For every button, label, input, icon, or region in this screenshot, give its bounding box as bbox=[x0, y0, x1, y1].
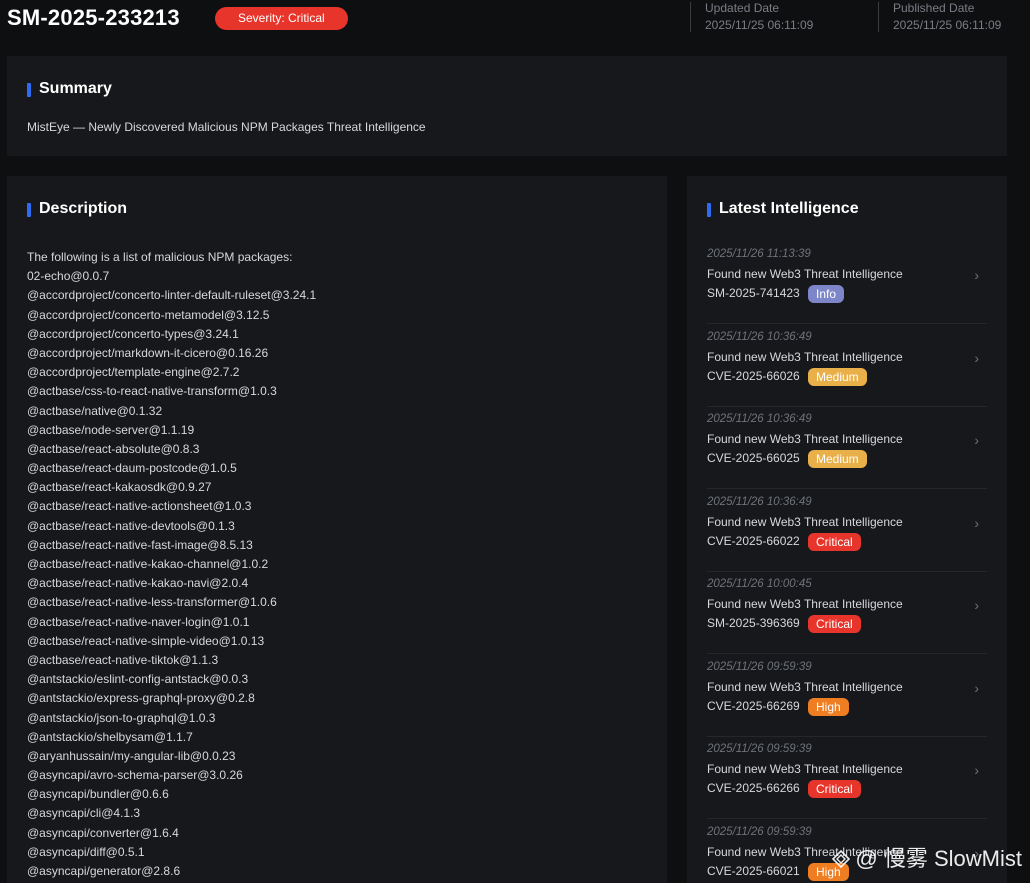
malicious-package-item: @asyncapi/generator@2.8.6 bbox=[27, 864, 181, 878]
malicious-package-item: @antstackio/express-graphql-proxy@0.2.8 bbox=[27, 691, 255, 706]
intel-title: Found new Web3 Threat Intelligence bbox=[707, 762, 903, 776]
intel-severity-badge: Info bbox=[808, 285, 845, 303]
malicious-package-item: @antstackio/shelbysam@1.1.7 bbox=[27, 729, 193, 744]
updated-date-label: Updated Date bbox=[705, 1, 780, 15]
intel-list-item[interactable]: 2025/11/26 10:00:45 Found new Web3 Threat… bbox=[707, 571, 987, 654]
intel-id: SM-2025-741423 bbox=[707, 286, 800, 300]
intel-id: CVE-2025-66026 bbox=[707, 368, 800, 383]
intel-time: 2025/11/26 10:00:45 bbox=[707, 578, 812, 590]
updated-date-value: 2025/11/25 06:11:09 bbox=[705, 18, 814, 32]
malicious-package-item: @actbase/react-kakaosdk@0.9.27 bbox=[27, 480, 212, 495]
chevron-right-icon[interactable]: › bbox=[974, 680, 979, 696]
malicious-package-item: 02-echo@0.0.7 bbox=[27, 269, 110, 284]
published-date-label: Published Date bbox=[893, 1, 975, 15]
description-card: Description The following is a list of m… bbox=[7, 176, 667, 883]
malicious-package-item: @accordproject/markdown-it-cicero@0.16.2… bbox=[27, 345, 269, 360]
malicious-package-item: @antstackio/eslint-config-antstack@0.0.3 bbox=[27, 672, 249, 687]
malicious-package-item: @antstackio/json-to-graphql@1.0.3 bbox=[27, 710, 216, 725]
malicious-package-item: @accordproject/concerto-metamodel@3.12.5 bbox=[27, 307, 270, 322]
watermark-text: @ 慢雾 SlowMist bbox=[855, 846, 1022, 871]
slowmist-logo-icon bbox=[832, 849, 851, 869]
intel-list-item[interactable]: 2025/11/26 10:36:49 Found new Web3 Threat… bbox=[707, 324, 987, 407]
chevron-right-icon[interactable]: › bbox=[974, 432, 979, 448]
summary-card: Summary MistEye — Newly Discovered Malic… bbox=[7, 56, 1007, 156]
description-list: The following is a list of malicious NPM… bbox=[27, 248, 316, 881]
malicious-package-item: @asyncapi/converter@1.6.4 bbox=[27, 825, 179, 840]
chevron-right-icon[interactable]: › bbox=[974, 350, 979, 366]
malicious-package-item: @accordproject/concerto-types@3.24.1 bbox=[27, 326, 239, 341]
intel-list-item[interactable]: 2025/11/26 10:36:49 Found new Web3 Threat… bbox=[707, 406, 987, 489]
malicious-package-item: @actbase/react-native-naver-login@1.0.1 bbox=[27, 614, 250, 629]
malicious-package-item: @actbase/react-native-kakao-channel@1.0.… bbox=[27, 557, 269, 571]
malicious-package-item: @aryanhussain/my-angular-lib@0.0.23 bbox=[27, 748, 236, 763]
malicious-package-item: @actbase/node-server@1.1.19 bbox=[27, 422, 195, 437]
malicious-package-item: @actbase/react-daum-postcode@1.0.5 bbox=[27, 461, 237, 476]
intel-id: CVE-2025-66266 bbox=[707, 781, 800, 795]
intel-id: CVE-2025-66021 bbox=[707, 863, 800, 878]
intel-time: 2025/11/26 09:59:39 bbox=[707, 660, 812, 673]
intel-title: Found new Web3 Threat Intelligence bbox=[707, 267, 903, 281]
malicious-package-item: @asyncapi/cli@4.1.3 bbox=[27, 806, 141, 821]
latest-intelligence-title: Latest Intelligence bbox=[707, 200, 859, 218]
threat-id: SM-2025-233213 bbox=[7, 5, 180, 30]
malicious-package-item: @actbase/react-native-devtools@0.1.3 bbox=[27, 518, 235, 533]
malicious-package-item: @actbase/react-native-tiktok@1.1.3 bbox=[27, 652, 219, 667]
description-title: Description bbox=[27, 200, 127, 218]
slowmist-watermark: @ 慢雾 SlowMist bbox=[831, 841, 1022, 873]
malicious-package-item: @actbase/react-native-less-transformer@1… bbox=[27, 595, 277, 610]
malicious-package-item: @actbase/css-to-react-native-transform@1… bbox=[27, 384, 277, 399]
intel-severity-badge: Critical bbox=[808, 615, 861, 633]
intel-id: CVE-2025-66269 bbox=[707, 698, 800, 713]
intel-id: SM-2025-396369 bbox=[707, 616, 800, 630]
intel-list-item[interactable]: 2025/11/26 11:13:39 Found new Web3 Threat… bbox=[707, 241, 987, 324]
malicious-package-item: @actbase/react-native-fast-image@8.5.13 bbox=[27, 537, 253, 552]
updated-date-block: Updated Date 2025/11/25 06:11:09 bbox=[690, 2, 813, 32]
intel-time: 2025/11/26 10:36:49 bbox=[707, 413, 812, 425]
intel-title: Found new Web3 Threat Intelligence bbox=[707, 514, 903, 529]
summary-title: Summary bbox=[27, 80, 112, 98]
malicious-package-item: @actbase/react-native-actionsheet@1.0.3 bbox=[27, 499, 252, 514]
intel-time: 2025/11/26 10:36:49 bbox=[707, 495, 812, 508]
intel-time: 2025/11/26 10:36:49 bbox=[707, 330, 812, 343]
severity-badge: Severity: Critical bbox=[215, 7, 348, 30]
intel-severity-badge: Critical bbox=[808, 532, 861, 551]
chevron-right-icon[interactable]: › bbox=[974, 597, 979, 613]
malicious-package-item: @actbase/react-native-kakao-navi@2.0.4 bbox=[27, 576, 249, 591]
published-date-block: Published Date 2025/11/25 06:11:09 bbox=[878, 2, 1001, 32]
malicious-package-item: @actbase/react-absolute@0.8.3 bbox=[27, 441, 200, 456]
intel-list-item[interactable]: 2025/11/26 09:59:39 Found new Web3 Threat… bbox=[707, 654, 987, 737]
threat-detail-page: SM-2025-233213 Severity: Critical Update… bbox=[0, 0, 1030, 883]
malicious-package-item: @asyncapi/bundler@0.6.6 bbox=[27, 787, 169, 802]
published-date-value: 2025/11/25 06:11:09 bbox=[893, 18, 1002, 32]
summary-text: MistEye — Newly Discovered Malicious NPM… bbox=[27, 120, 426, 134]
intel-list-item[interactable]: 2025/11/26 09:59:39 Found new Web3 Threat… bbox=[707, 736, 987, 819]
intel-id: CVE-2025-66022 bbox=[707, 533, 800, 548]
intel-title: Found new Web3 Threat Intelligence bbox=[707, 679, 903, 694]
malicious-package-item: @actbase/react-native-simple-video@1.0.1… bbox=[27, 633, 265, 648]
intel-severity-badge: Medium bbox=[808, 450, 867, 468]
malicious-package-item: @accordproject/concerto-linter-default-r… bbox=[27, 288, 317, 303]
intel-title: Found new Web3 Threat Intelligence bbox=[707, 349, 903, 364]
intel-title: Found new Web3 Threat Intelligence bbox=[707, 432, 903, 446]
header: SM-2025-233213 Severity: Critical Update… bbox=[0, 0, 1030, 40]
chevron-right-icon[interactable]: › bbox=[974, 515, 979, 531]
chevron-right-icon[interactable]: › bbox=[974, 762, 979, 778]
malicious-package-item: @asyncapi/diff@0.5.1 bbox=[27, 844, 145, 859]
intel-id: CVE-2025-66025 bbox=[707, 451, 800, 465]
malicious-package-item: @accordproject/template-engine@2.7.2 bbox=[27, 365, 240, 380]
intel-title: Found new Web3 Threat Intelligence bbox=[707, 597, 903, 611]
latest-intelligence-card: Latest Intelligence 2025/11/26 11:13:39 F… bbox=[687, 176, 1007, 883]
malicious-package-item: @actbase/native@0.1.32 bbox=[27, 403, 163, 418]
intel-time: 2025/11/26 09:59:39 bbox=[707, 825, 812, 838]
intel-list-item[interactable]: 2025/11/26 10:36:49 Found new Web3 Threat… bbox=[707, 489, 987, 572]
intel-severity-badge: High bbox=[808, 697, 849, 716]
intel-time: 2025/11/26 09:59:39 bbox=[707, 743, 812, 755]
intel-time: 2025/11/26 11:13:39 bbox=[707, 248, 811, 260]
intel-severity-badge: Medium bbox=[808, 367, 867, 386]
chevron-right-icon[interactable]: › bbox=[974, 267, 979, 283]
description-intro: The following is a list of malicious NPM… bbox=[27, 250, 293, 264]
malicious-package-item: @asyncapi/avro-schema-parser@3.0.26 bbox=[27, 768, 243, 783]
intel-severity-badge: Critical bbox=[808, 780, 861, 798]
